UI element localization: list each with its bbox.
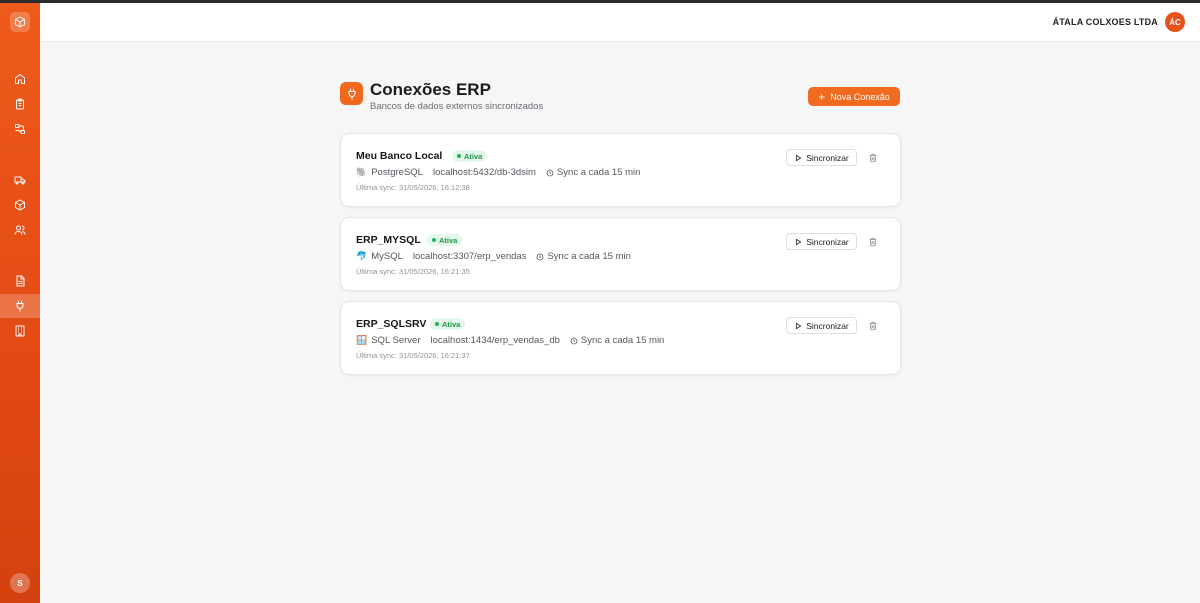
users-icon (14, 225, 26, 235)
play-icon (796, 154, 802, 161)
status-badge: Ativa (427, 234, 463, 246)
sidebar-item-truck[interactable] (0, 168, 40, 192)
status-badge: Ativa (430, 318, 466, 330)
sidebar-item-workflow[interactable] (0, 117, 40, 141)
connection-meta: 🐘 PostgreSQL localhost:5432/db-3dsim Syn… (356, 167, 640, 178)
sync-button[interactable]: Sincronizar (786, 149, 857, 166)
package-icon (15, 199, 25, 211)
new-connection-label: Nova Conexão (830, 91, 890, 102)
sidebar-item-home[interactable] (0, 67, 40, 91)
document-icon (16, 275, 25, 287)
connection-meta: 🪟 SQL Server localhost:1434/erp_vendas_d… (356, 335, 664, 346)
play-icon (796, 238, 802, 245)
status-badge: Ativa (452, 150, 488, 162)
sync-interval: Sync a cada 15 min (570, 335, 664, 346)
delete-button[interactable] (866, 235, 879, 248)
page-subtitle: Bancos de dados externos sincronizados (370, 101, 544, 112)
sidebar-item-building[interactable] (0, 319, 40, 343)
sidebar: S (0, 3, 40, 603)
top-bar: ÁTALA COLXOES LTDA ÁC (40, 3, 1200, 42)
plus-icon: + (818, 89, 826, 104)
db-host: localhost:1434/erp_vendas_db (430, 335, 560, 346)
truck-icon (14, 176, 26, 185)
postgresql-icon: 🐘 (356, 167, 368, 177)
plug-icon (340, 82, 363, 105)
status-dot-icon (435, 322, 439, 326)
connection-card: ERP_SQLSRV Ativa 🪟 SQL Server localhost:… (340, 301, 901, 375)
clock-icon (570, 337, 578, 344)
sidebar-item-clipboard[interactable] (0, 92, 40, 116)
home-icon (15, 74, 25, 84)
workflow-icon (15, 124, 25, 134)
clipboard-icon (16, 98, 24, 110)
trash-icon (869, 153, 876, 162)
db-type: MySQL (371, 251, 403, 262)
connection-card: Meu Banco Local Ativa 🐘 PostgreSQL local… (340, 133, 901, 207)
sidebar-item-document[interactable] (0, 269, 40, 293)
building-icon (15, 325, 25, 337)
connection-meta: 🐬 MySQL localhost:3307/erp_vendas Sync a… (356, 251, 631, 262)
db-type: SQL Server (371, 335, 421, 346)
play-icon (796, 322, 802, 329)
new-connection-button[interactable]: + Nova Conexão (808, 87, 900, 106)
connection-name: Meu Banco Local (356, 150, 443, 162)
connection-card: ERP_MYSQL Ativa 🐬 MySQL localhost:3307/e… (340, 217, 901, 291)
status-dot-icon (457, 154, 461, 158)
sidebar-item-package[interactable] (0, 193, 40, 217)
sync-button[interactable]: Sincronizar (786, 317, 857, 334)
trash-icon (869, 321, 876, 330)
db-host: localhost:5432/db-3dsim (432, 167, 536, 178)
company-name: ÁTALA COLXOES LTDA (1052, 17, 1158, 27)
sync-button[interactable]: Sincronizar (786, 233, 857, 250)
connection-name: ERP_MYSQL (356, 234, 421, 246)
delete-button[interactable] (866, 151, 879, 164)
user-avatar[interactable]: ÁC (1165, 12, 1185, 32)
last-sync: Última sync: 31/05/2026, 16:21:37 (356, 351, 470, 360)
sync-interval: Sync a cada 15 min (536, 251, 631, 262)
last-sync: Última sync: 31/05/2026, 16:12:38 (356, 183, 470, 192)
sidebar-item-connections[interactable] (0, 294, 40, 318)
mysql-icon: 🐬 (356, 251, 368, 261)
user-avatar-sidebar[interactable]: S (10, 573, 30, 593)
last-sync: Última sync: 31/05/2026, 16:21:35 (356, 267, 470, 276)
sidebar-item-users[interactable] (0, 218, 40, 242)
trash-icon (869, 237, 876, 246)
plug-icon (16, 300, 24, 312)
sync-interval: Sync a cada 15 min (546, 167, 640, 178)
status-dot-icon (432, 238, 436, 242)
db-host: localhost:3307/erp_vendas (412, 251, 527, 262)
delete-button[interactable] (866, 319, 879, 332)
sql-server-icon: 🪟 (356, 335, 368, 345)
box-icon[interactable] (10, 12, 30, 32)
db-type: PostgreSQL (371, 167, 423, 178)
connection-name: ERP_SQLSRV (356, 318, 427, 330)
page-title: Conexões ERP (370, 80, 491, 99)
clock-icon (537, 253, 544, 260)
clock-icon (546, 169, 554, 176)
